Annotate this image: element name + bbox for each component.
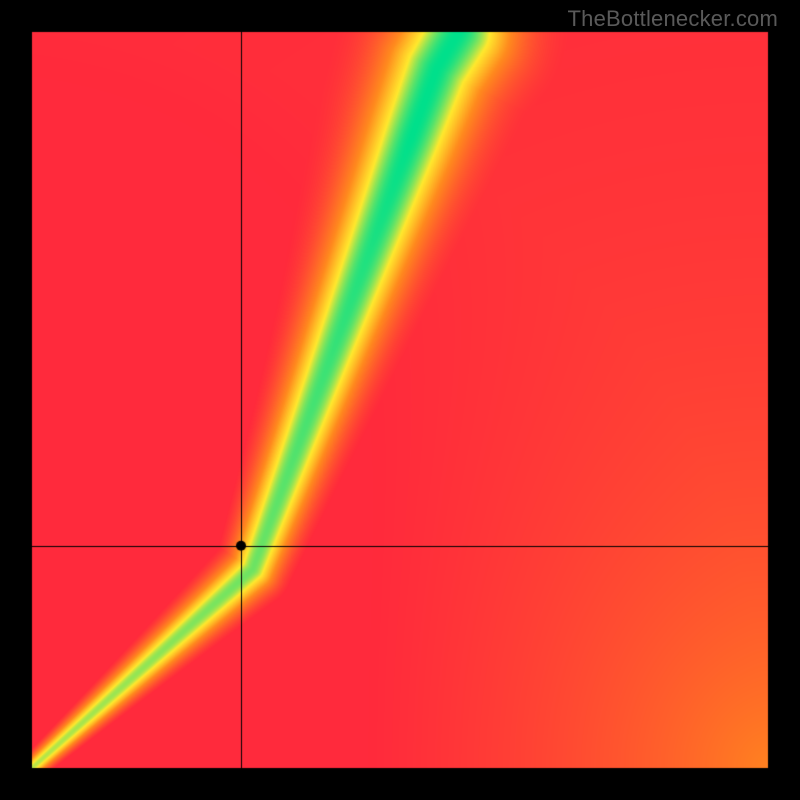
source-attribution: TheBottlenecker.com <box>568 6 778 32</box>
bottleneck-heatmap <box>0 0 800 800</box>
